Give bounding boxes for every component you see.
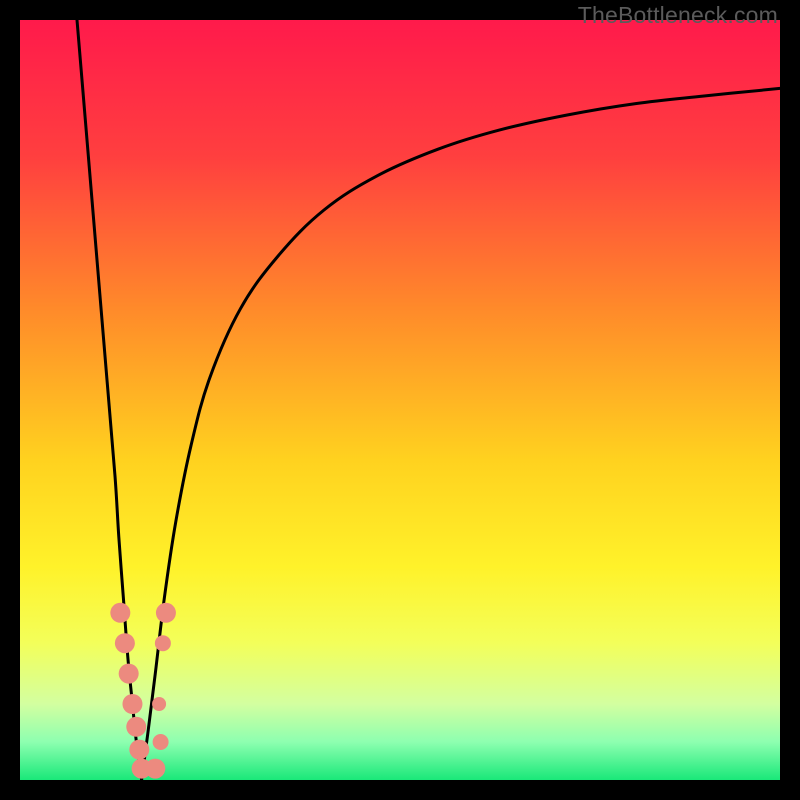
data-marker [156,603,176,623]
data-marker [129,740,149,760]
data-marker [126,717,146,737]
data-marker [155,635,171,651]
data-marker [110,603,130,623]
data-marker [122,694,142,714]
data-marker [119,664,139,684]
chart-frame: TheBottleneck.com [0,0,800,800]
data-marker [152,697,166,711]
data-marker [115,633,135,653]
data-marker [153,734,169,750]
watermark-text: TheBottleneck.com [578,2,778,29]
chart-plot-area [20,20,780,780]
data-marker [145,759,165,779]
chart-svg [20,20,780,780]
